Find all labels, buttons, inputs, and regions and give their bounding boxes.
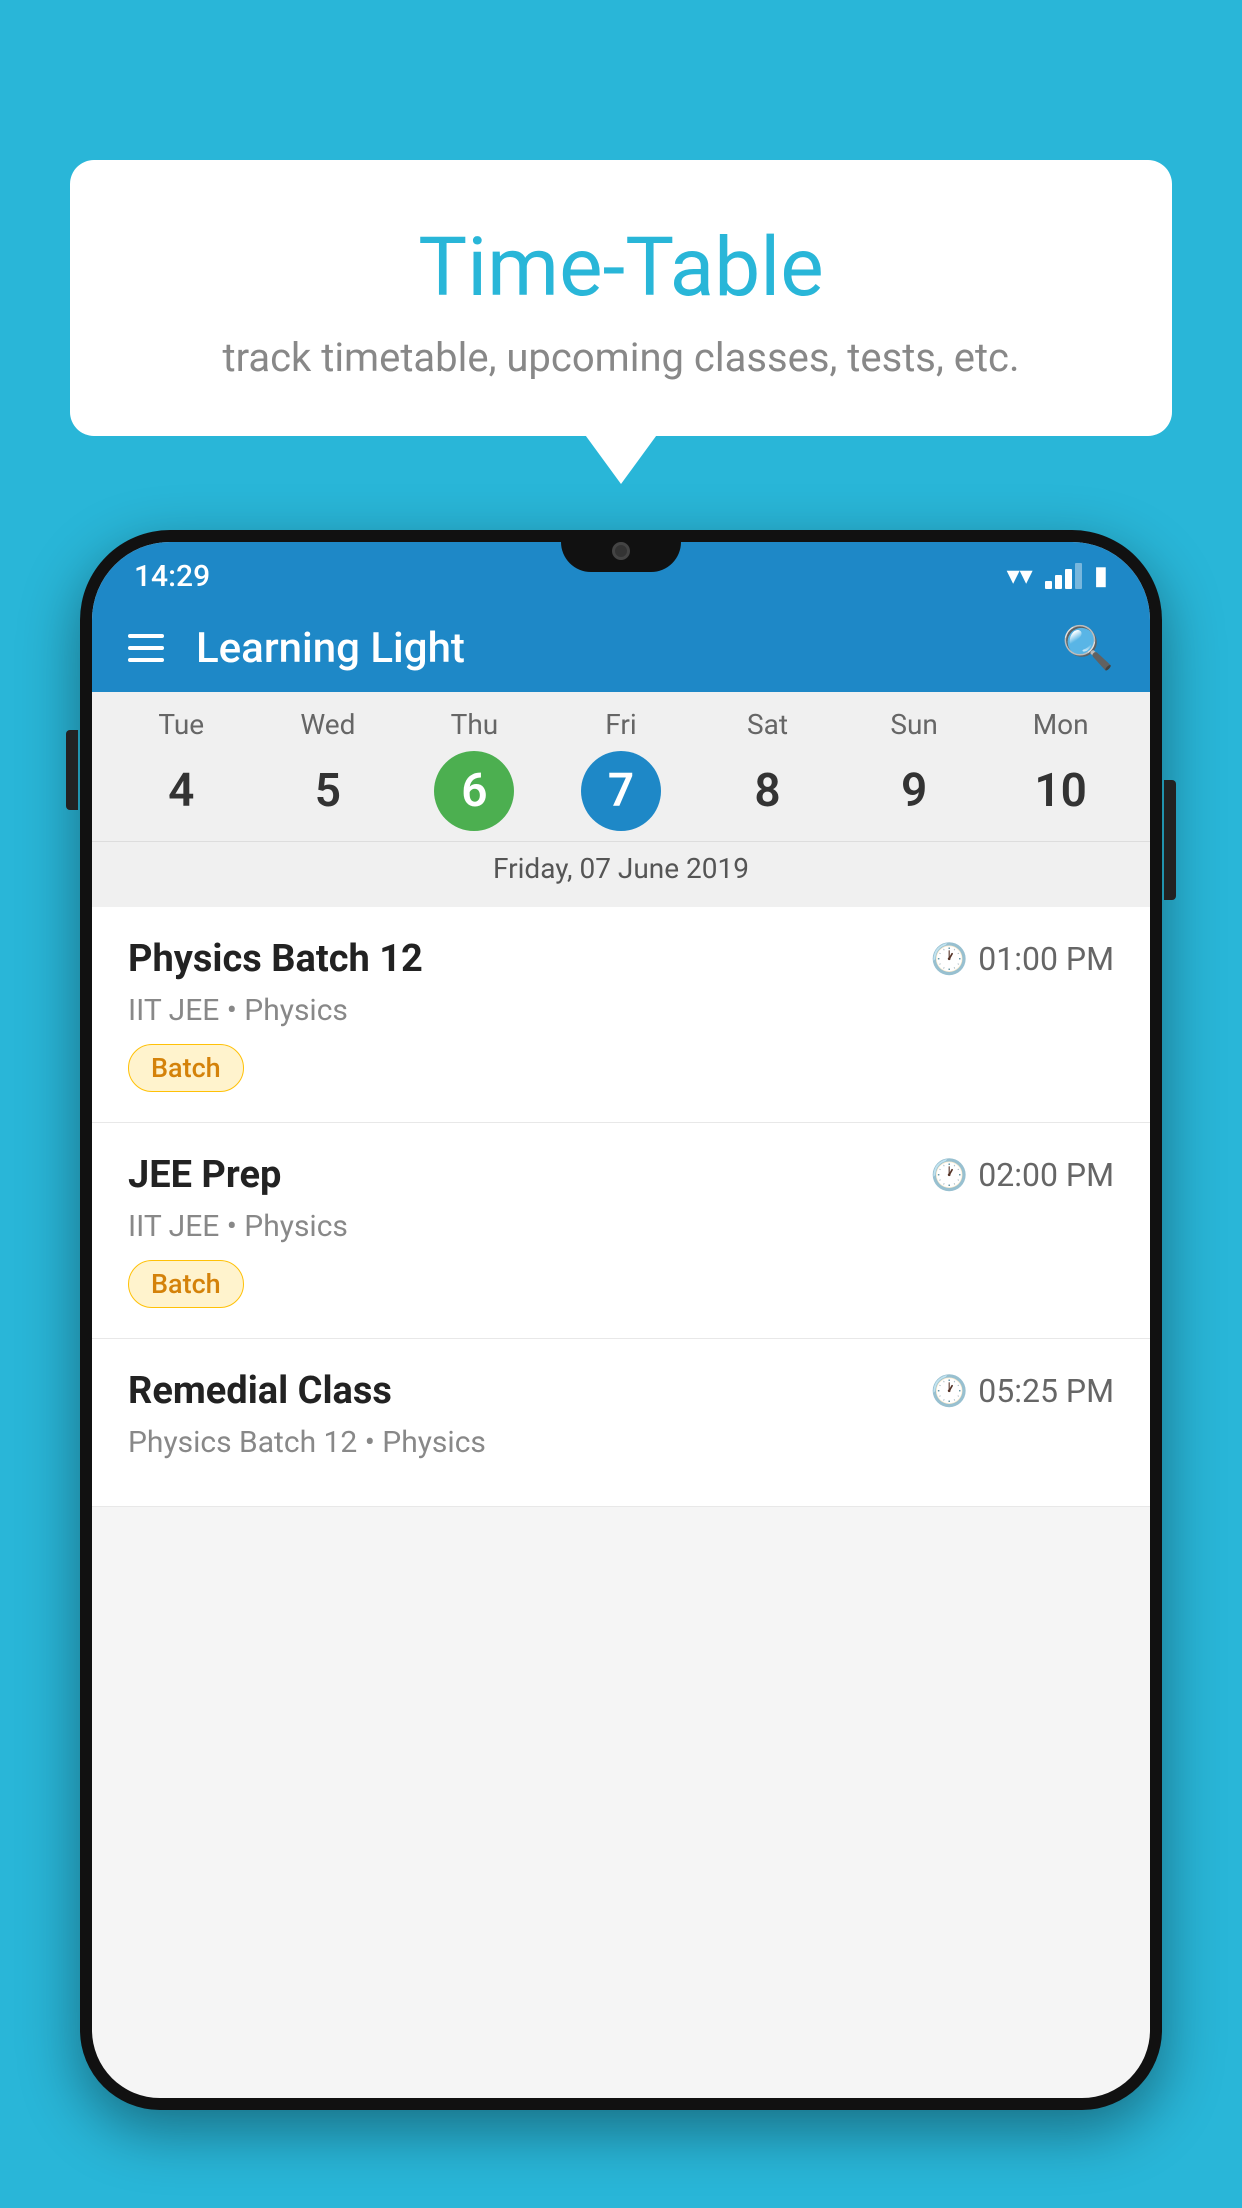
day-number: 4: [141, 751, 221, 831]
bubble-subtitle: track timetable, upcoming classes, tests…: [120, 334, 1122, 381]
schedule-item-subtitle: IIT JEE • Physics: [128, 1209, 1114, 1244]
speech-bubble-container: Time-Table track timetable, upcoming cla…: [70, 160, 1172, 436]
calendar-day-fri[interactable]: Fri 7: [561, 708, 681, 831]
schedule-item-time: 🕐 01:00 PM: [931, 940, 1114, 978]
schedule-item-time: 🕐 02:00 PM: [931, 1156, 1114, 1194]
calendar-day-thu[interactable]: Thu 6: [414, 708, 534, 831]
day-name: Tue: [158, 708, 204, 741]
menu-icon[interactable]: [128, 634, 164, 662]
time-value: 01:00 PM: [978, 940, 1114, 978]
toolbar-left: Learning Light: [128, 624, 465, 673]
schedule-item-title: Remedial Class: [128, 1369, 392, 1413]
batch-tag: Batch: [128, 1044, 244, 1092]
bubble-title: Time-Table: [120, 220, 1122, 316]
phone-screen: 14:29 ▾▾ ▮ Learning Light 🔍: [92, 542, 1150, 2098]
schedule-list: Physics Batch 12 🕐 01:00 PM IIT JEE • Physi…: [92, 907, 1150, 1507]
schedule-item-header: Remedial Class 🕐 05:25 PM: [128, 1369, 1114, 1413]
day-name: Thu: [451, 708, 499, 741]
calendar-section: Tue 4 Wed 5 Thu 6 Fri 7 Sat 8 Sun 9 Mon 10 Friday, 07…: [92, 692, 1150, 907]
notch: [561, 530, 681, 572]
battery-icon: ▮: [1094, 561, 1108, 591]
schedule-item-2[interactable]: Remedial Class 🕐 05:25 PM Physics Batch 12 …: [92, 1339, 1150, 1507]
selected-date-label: Friday, 07 June 2019: [92, 841, 1150, 899]
schedule-item-header: Physics Batch 12 🕐 01:00 PM: [128, 937, 1114, 981]
signal-icon: [1045, 563, 1082, 589]
day-name: Wed: [300, 708, 355, 741]
phone-outer: 14:29 ▾▾ ▮ Learning Light 🔍: [80, 530, 1162, 2110]
schedule-item-title: JEE Prep: [128, 1153, 281, 1197]
app-toolbar: Learning Light 🔍: [92, 604, 1150, 692]
calendar-day-wed[interactable]: Wed 5: [268, 708, 388, 831]
day-number: 8: [728, 751, 808, 831]
day-name: Sun: [890, 708, 938, 741]
status-icons: ▾▾ ▮: [1007, 561, 1108, 591]
day-number: 5: [288, 751, 368, 831]
schedule-item-time: 🕐 05:25 PM: [931, 1372, 1114, 1410]
calendar-day-sun[interactable]: Sun 9: [854, 708, 974, 831]
day-name: Sat: [747, 708, 788, 741]
status-time: 14:29: [134, 559, 210, 594]
phone-wrapper: 14:29 ▾▾ ▮ Learning Light 🔍: [80, 530, 1162, 2208]
day-name: Fri: [605, 708, 636, 741]
schedule-item-subtitle: Physics Batch 12 • Physics: [128, 1425, 1114, 1460]
schedule-item-header: JEE Prep 🕐 02:00 PM: [128, 1153, 1114, 1197]
clock-icon: 🕐: [931, 1374, 968, 1409]
day-number: 6: [434, 751, 514, 831]
calendar-day-sat[interactable]: Sat 8: [708, 708, 828, 831]
calendar-days-row: Tue 4 Wed 5 Thu 6 Fri 7 Sat 8 Sun 9 Mon 10: [92, 708, 1150, 831]
batch-tag: Batch: [128, 1260, 244, 1308]
calendar-day-tue[interactable]: Tue 4: [121, 708, 241, 831]
schedule-item-subtitle: IIT JEE • Physics: [128, 993, 1114, 1028]
calendar-day-mon[interactable]: Mon 10: [1001, 708, 1121, 831]
clock-icon: 🕐: [931, 1158, 968, 1193]
schedule-item-title: Physics Batch 12: [128, 937, 423, 981]
speech-bubble: Time-Table track timetable, upcoming cla…: [70, 160, 1172, 436]
day-number: 7: [581, 751, 661, 831]
time-value: 05:25 PM: [978, 1372, 1114, 1410]
app-title: Learning Light: [196, 624, 465, 673]
front-camera: [612, 542, 630, 560]
time-value: 02:00 PM: [978, 1156, 1114, 1194]
day-name: Mon: [1033, 708, 1089, 741]
day-number: 9: [874, 751, 954, 831]
wifi-icon: ▾▾: [1007, 561, 1033, 591]
clock-icon: 🕐: [931, 942, 968, 977]
search-icon[interactable]: 🔍: [1062, 624, 1114, 673]
day-number: 10: [1021, 751, 1101, 831]
schedule-item-1[interactable]: JEE Prep 🕐 02:00 PM IIT JEE • Physics Batch: [92, 1123, 1150, 1339]
schedule-item-0[interactable]: Physics Batch 12 🕐 01:00 PM IIT JEE • Physi…: [92, 907, 1150, 1123]
